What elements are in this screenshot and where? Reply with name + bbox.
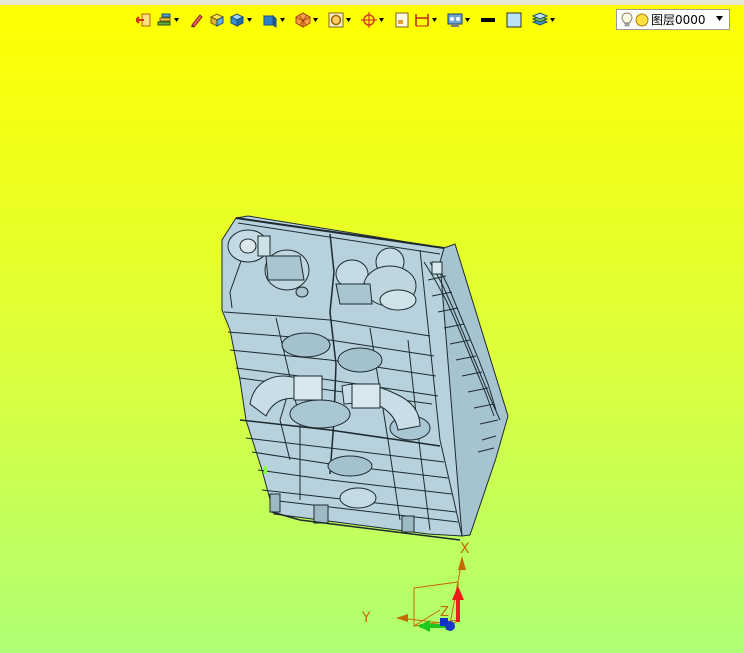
layer-settings-button[interactable] (154, 9, 174, 31)
dimension-dropdown[interactable] (432, 9, 439, 31)
pencil-edit-button[interactable] (187, 9, 207, 31)
view-cube-button[interactable] (260, 9, 280, 31)
dimension-icon (415, 14, 429, 27)
fill-color-button[interactable] (504, 9, 524, 31)
axis-x-label: X (460, 541, 470, 557)
pencil-edit-icon (191, 14, 203, 28)
display-settings-button[interactable] (445, 9, 465, 31)
exit-sketch-button[interactable] (134, 9, 154, 31)
render-style-icon (295, 12, 311, 28)
solid-box-yellow-icon (209, 13, 225, 27)
solid-box-dropdown[interactable] (247, 9, 254, 31)
render-style-button[interactable] (293, 9, 313, 31)
render-style-dropdown[interactable] (313, 9, 320, 31)
display-settings-dropdown[interactable] (465, 9, 472, 31)
sheet-icon (395, 12, 409, 28)
layers-stack-button[interactable] (530, 9, 550, 31)
layer-name: 图层0000 (651, 13, 706, 27)
layer-visible-icon (635, 13, 649, 26)
layer-settings-dropdown[interactable] (174, 9, 181, 31)
solid-box-yellow-button[interactable] (207, 9, 227, 31)
snap-point-icon (361, 12, 377, 28)
layers-stack-icon (532, 12, 548, 26)
snap-point-dropdown[interactable] (379, 9, 386, 31)
solid-box-blue-button[interactable] (227, 9, 247, 31)
view-cube-icon (262, 14, 278, 28)
solid-box-blue-icon (229, 13, 245, 27)
dimension-button[interactable] (412, 9, 432, 31)
layers-stack-dropdown[interactable] (550, 9, 557, 31)
display-settings-icon (447, 13, 463, 27)
axis-triad: X Y Z (361, 541, 470, 632)
snap-point-button[interactable] (359, 9, 379, 31)
axis-y-label: Y (361, 610, 371, 626)
3d-model[interactable]: X Y Z (0, 0, 744, 653)
line-color-button[interactable] (478, 9, 498, 31)
line-color-icon (481, 18, 495, 22)
sheet-button[interactable] (392, 9, 412, 31)
lightbulb-icon (621, 11, 633, 26)
exit-sketch-icon (136, 13, 151, 27)
zoom-fit-icon (328, 12, 344, 28)
zoom-fit-button[interactable] (326, 9, 346, 31)
view-toolbar (134, 8, 557, 32)
layer-settings-icon (157, 13, 171, 26)
view-cube-dropdown[interactable] (280, 9, 287, 31)
zoom-fit-dropdown[interactable] (346, 9, 353, 31)
layer-select[interactable]: 图层0000 (616, 9, 730, 30)
axis-z-label: Z (440, 605, 449, 620)
fill-color-icon (506, 12, 522, 28)
3d-viewport[interactable]: X Y Z 图层0000 (0, 0, 744, 653)
chevron-down-icon (716, 16, 723, 21)
